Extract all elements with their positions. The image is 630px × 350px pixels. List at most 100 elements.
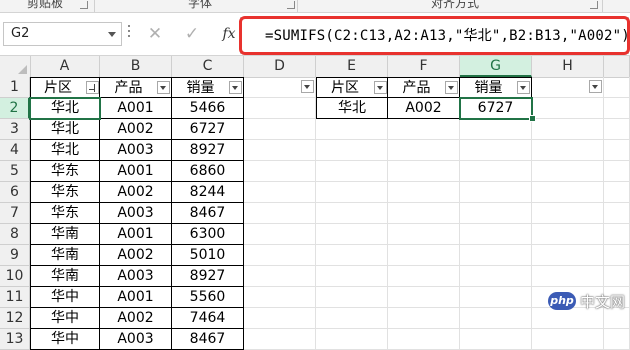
cell[interactable]: [316, 224, 388, 245]
column-header-d[interactable]: D: [244, 56, 316, 77]
table-cell[interactable]: 8467: [172, 329, 244, 350]
cell[interactable]: [388, 308, 460, 329]
alignment-launcher-icon[interactable]: [590, 1, 598, 9]
row-header-6[interactable]: 6: [0, 182, 30, 203]
cell[interactable]: [460, 287, 532, 308]
cell[interactable]: [604, 224, 630, 245]
row-header-9[interactable]: 9: [0, 245, 30, 266]
cell[interactable]: [460, 245, 532, 266]
filter-dropdown-icon[interactable]: [157, 81, 170, 94]
criteria-cell[interactable]: A002: [388, 98, 460, 119]
cell[interactable]: [532, 203, 604, 224]
table-cell[interactable]: A001: [100, 98, 172, 119]
cell[interactable]: [316, 308, 388, 329]
criteria-header-cell[interactable]: 销量: [460, 77, 532, 98]
cell[interactable]: [604, 140, 630, 161]
table-cell[interactable]: A003: [100, 203, 172, 224]
criteria-header-cell[interactable]: 产品: [388, 77, 460, 98]
select-all-button[interactable]: [0, 56, 31, 77]
table-cell[interactable]: A003: [100, 266, 172, 287]
filter-dropdown-icon[interactable]: [374, 81, 387, 94]
cell[interactable]: [604, 77, 630, 98]
cell[interactable]: [532, 140, 604, 161]
table-cell[interactable]: 8927: [172, 266, 244, 287]
column-header-e[interactable]: E: [316, 56, 388, 77]
table-cell[interactable]: 5466: [172, 98, 244, 119]
column-header-h[interactable]: H: [532, 56, 604, 77]
table-cell[interactable]: 华中: [30, 287, 100, 308]
row-header-3[interactable]: 3: [0, 119, 30, 140]
cell[interactable]: [604, 161, 630, 182]
criteria-cell[interactable]: 华北: [316, 98, 388, 119]
cell[interactable]: [316, 329, 388, 350]
cell[interactable]: [244, 287, 316, 308]
cell[interactable]: [388, 140, 460, 161]
header-cell[interactable]: 片区: [30, 77, 100, 98]
row-header-13[interactable]: 13: [0, 329, 30, 350]
table-cell[interactable]: 华中: [30, 308, 100, 329]
filter-dropdown-icon[interactable]: [301, 80, 314, 93]
row-header-10[interactable]: 10: [0, 266, 30, 287]
cell[interactable]: [244, 266, 316, 287]
active-cell-g2[interactable]: [459, 97, 533, 120]
cell[interactable]: [316, 245, 388, 266]
table-cell[interactable]: 华中: [30, 329, 100, 350]
cell[interactable]: [460, 161, 532, 182]
cell[interactable]: [460, 308, 532, 329]
cell[interactable]: [460, 224, 532, 245]
column-header-i[interactable]: [604, 56, 630, 77]
cell[interactable]: [388, 224, 460, 245]
row-header-12[interactable]: 12: [0, 308, 30, 329]
cell[interactable]: [244, 161, 316, 182]
cell[interactable]: [388, 119, 460, 140]
cell[interactable]: [244, 308, 316, 329]
drag-handle-icon[interactable]: [128, 25, 131, 43]
table-cell[interactable]: 6300: [172, 224, 244, 245]
cell[interactable]: [604, 329, 630, 350]
cell[interactable]: [532, 161, 604, 182]
cell[interactable]: [244, 203, 316, 224]
table-cell[interactable]: 5560: [172, 287, 244, 308]
fill-handle[interactable]: [529, 115, 536, 122]
cell[interactable]: [388, 182, 460, 203]
cell[interactable]: [532, 98, 604, 119]
row-header-4[interactable]: 4: [0, 140, 30, 161]
check-icon[interactable]: ✓: [181, 23, 203, 45]
cell[interactable]: [244, 182, 316, 203]
cell[interactable]: [244, 140, 316, 161]
filter-dropdown-icon[interactable]: [445, 81, 458, 94]
row-header-1[interactable]: 1: [0, 77, 30, 98]
cell[interactable]: [532, 182, 604, 203]
cell[interactable]: [388, 266, 460, 287]
table-cell[interactable]: 5010: [172, 245, 244, 266]
cell[interactable]: [604, 203, 630, 224]
sort-filter-icon[interactable]: [86, 81, 99, 94]
cell[interactable]: [388, 287, 460, 308]
cell[interactable]: [532, 329, 604, 350]
filter-dropdown-icon[interactable]: [589, 80, 602, 93]
filter-dropdown-icon[interactable]: [229, 81, 242, 94]
cell[interactable]: [244, 98, 316, 119]
cell[interactable]: [316, 161, 388, 182]
cell[interactable]: [604, 245, 630, 266]
table-cell[interactable]: 6860: [172, 161, 244, 182]
table-cell[interactable]: A002: [100, 119, 172, 140]
table-cell[interactable]: A002: [100, 245, 172, 266]
row-header-2[interactable]: 2: [0, 98, 30, 119]
table-cell[interactable]: A001: [100, 287, 172, 308]
table-cell[interactable]: 华北: [30, 119, 100, 140]
cell[interactable]: [388, 329, 460, 350]
table-cell[interactable]: A002: [100, 308, 172, 329]
cell[interactable]: [604, 182, 630, 203]
table-cell[interactable]: A003: [100, 140, 172, 161]
table-cell[interactable]: 华南: [30, 266, 100, 287]
cell[interactable]: [316, 182, 388, 203]
cell[interactable]: [460, 329, 532, 350]
cell[interactable]: [244, 224, 316, 245]
table-cell[interactable]: 华东: [30, 203, 100, 224]
cell[interactable]: [316, 119, 388, 140]
header-cell[interactable]: 产品: [100, 77, 172, 98]
table-cell[interactable]: A002: [100, 182, 172, 203]
cell[interactable]: [460, 119, 532, 140]
table-cell[interactable]: 8467: [172, 203, 244, 224]
